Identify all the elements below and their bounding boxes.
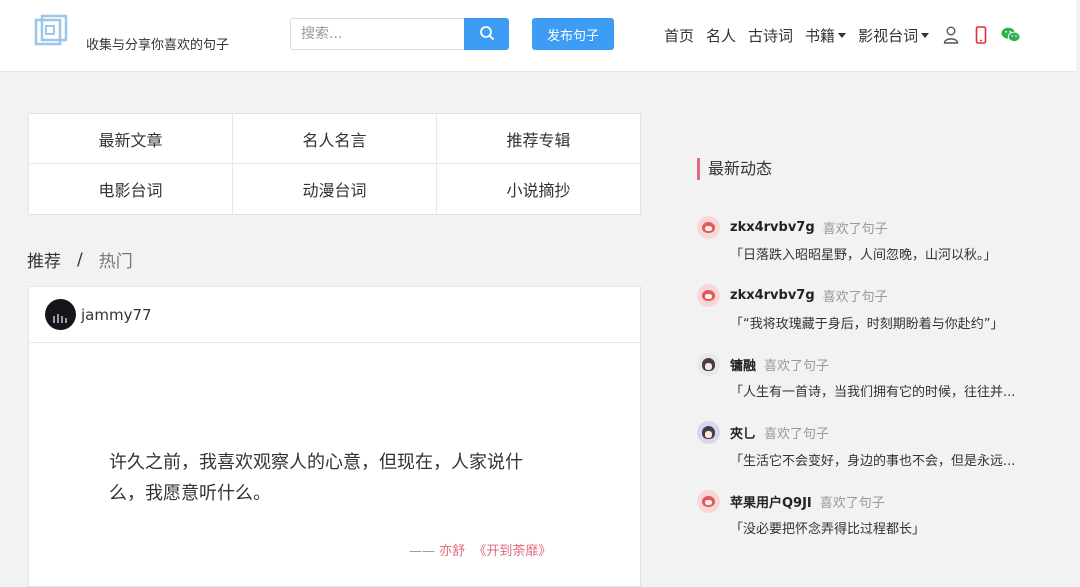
list-item: 夾乚 喜欢了句子 「生活它不会变好，身边的事也不会，但是永远... — [697, 420, 1067, 489]
chevron-down-icon — [921, 32, 930, 38]
feed-sentence[interactable]: 「人生有一首诗，当我们拥有它的时候，往往并... — [730, 381, 1050, 400]
feed-sentence[interactable]: 「生活它不会变好，身边的事也不会，但是永远... — [730, 450, 1050, 469]
search-input[interactable] — [290, 18, 466, 50]
feed-action: 喜欢了句子 — [764, 427, 830, 442]
quote-text[interactable]: 许久之前，我喜欢观察人的心意，但现在，人家说什么，我愿意听什么。 — [109, 447, 549, 509]
latest-activity-title: 最新动态 — [697, 158, 772, 180]
feed-sentence[interactable]: 「没必要把怀念弄得比过程都长」 — [730, 518, 1050, 537]
activity-feed: zkx4rvbv7g 喜欢了句子 「日落跌入昭昭星野，人间忽晚，山河以秋。」 z… — [697, 214, 1067, 557]
feed-sentence[interactable]: 「日落跌入昭昭星野，人间忽晚，山河以秋。」 — [730, 244, 1050, 263]
search-icon — [479, 25, 495, 44]
list-item: 镛融 喜欢了句子 「人生有一首诗，当我们拥有它的时候，往往并... — [697, 351, 1067, 420]
category-famous-quotes[interactable]: 名人名言 — [233, 114, 437, 164]
quote-author[interactable]: 亦舒 — [439, 544, 465, 559]
feed-username[interactable]: zkx4rvbv7g — [730, 288, 815, 303]
sentence-card: jammy77 许久之前，我喜欢观察人的心意，但现在，人家说什么，我愿意听什么。… — [28, 286, 641, 587]
category-anime-lines[interactable]: 动漫台词 — [233, 164, 437, 214]
user-icon[interactable] — [941, 24, 961, 46]
list-item: 苹果用户Q9JI 喜欢了句子 「没必要把怀念弄得比过程都长」 — [697, 488, 1067, 557]
feed-action: 喜欢了句子 — [819, 495, 885, 511]
avatar[interactable] — [697, 352, 720, 376]
search-button[interactable] — [464, 18, 509, 50]
quote-source: —— 亦舒 《开到荼靡》 — [409, 544, 552, 559]
feed-username[interactable]: 苹果用户Q9JI — [730, 492, 812, 511]
nav-item-books[interactable]: 书籍 — [805, 25, 847, 46]
nav-item-celebrities[interactable]: 名人 — [706, 25, 736, 46]
feed-username[interactable]: zkx4rvbv7g — [730, 220, 815, 235]
nav-item-home[interactable]: 首页 — [664, 25, 694, 46]
main-nav: 首页 名人 古诗词 书籍 影视台词 — [664, 24, 1031, 46]
feed-username[interactable]: 夾乚 — [730, 423, 756, 442]
nav-item-classical-poetry[interactable]: 古诗词 — [748, 25, 793, 46]
list-item: zkx4rvbv7g 喜欢了句子 「“我将玫瑰藏于身后，时刻期盼着与你赴约”」 — [697, 283, 1067, 352]
tab-separator: / — [77, 249, 83, 270]
feed-action: 喜欢了句子 — [822, 221, 888, 237]
category-grid: 最新文章 名人名言 推荐专辑 电影台词 动漫台词 小说摘抄 — [28, 113, 641, 215]
avatar[interactable] — [697, 284, 720, 307]
feed-action: 喜欢了句子 — [822, 290, 888, 305]
card-header: jammy77 — [29, 287, 640, 343]
avatar[interactable] — [697, 215, 720, 239]
category-movie-lines[interactable]: 电影台词 — [29, 164, 233, 214]
category-latest-articles[interactable]: 最新文章 — [29, 114, 233, 164]
list-item: zkx4rvbv7g 喜欢了句子 「日落跌入昭昭星野，人间忽晚，山河以秋。」 — [697, 214, 1067, 283]
site-tagline: 收集与分享你喜欢的句子 — [86, 38, 230, 53]
feed-tabs: 推荐 / 热门 — [27, 247, 133, 273]
feed-sentence[interactable]: 「“我将玫瑰藏于身后，时刻期盼着与你赴约”」 — [730, 313, 1050, 332]
tab-hot[interactable]: 热门 — [99, 247, 133, 272]
mobile-icon[interactable] — [971, 24, 991, 46]
category-recommended-albums[interactable]: 推荐专辑 — [437, 114, 640, 164]
feed-action: 喜欢了句子 — [764, 358, 830, 374]
nav-item-film-lines[interactable]: 影视台词 — [858, 25, 930, 46]
feed-username[interactable]: 镛融 — [730, 355, 756, 374]
wechat-icon[interactable] — [1001, 24, 1021, 46]
avatar[interactable] — [697, 421, 720, 444]
publish-sentence-button[interactable]: 发布句子 — [532, 18, 614, 50]
chevron-down-icon — [838, 32, 847, 38]
card-username[interactable]: jammy77 — [81, 306, 152, 324]
quote-book[interactable]: 《开到荼靡》 — [473, 544, 551, 559]
tab-recommend[interactable]: 推荐 — [27, 247, 61, 272]
avatar[interactable] — [45, 299, 76, 330]
category-novel-excerpts[interactable]: 小说摘抄 — [437, 164, 640, 214]
site-header: 收集与分享你喜欢的句子 发布句子 首页 名人 古诗词 书籍 影视台词 — [0, 0, 1076, 72]
avatar[interactable] — [697, 489, 720, 513]
logo-icon[interactable] — [34, 14, 68, 48]
